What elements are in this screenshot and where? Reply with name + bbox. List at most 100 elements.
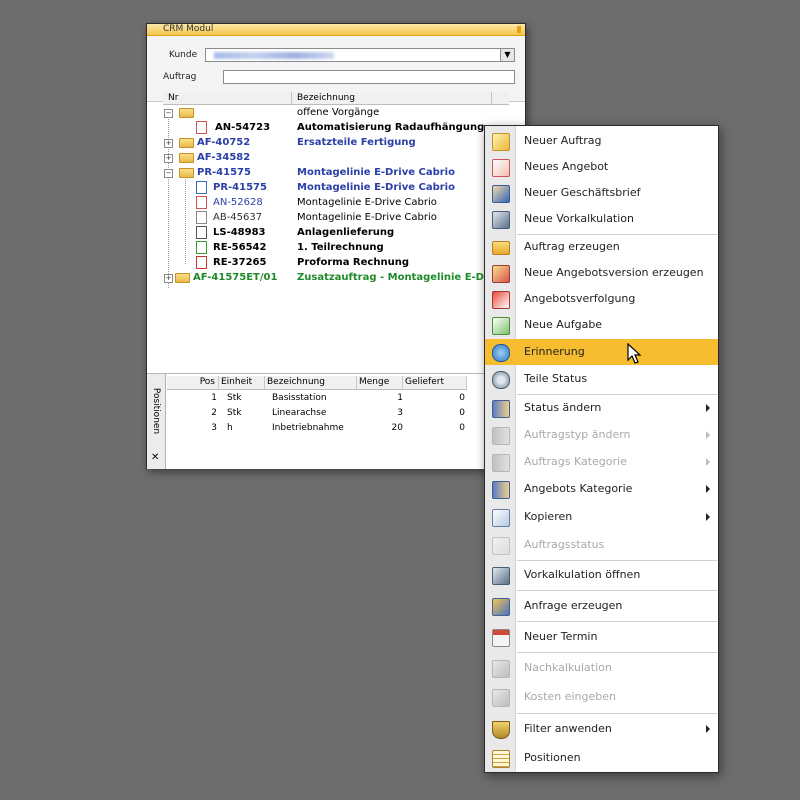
menu-item-neue-aufgabe[interactable]: Neue Aufgabe xyxy=(485,312,718,338)
menu-item-label: Anfrage erzeugen xyxy=(524,599,623,612)
expand-icon[interactable]: + xyxy=(164,154,173,163)
menu-item-angebots-kategorie[interactable]: Angebots Kategorie xyxy=(485,476,718,502)
col-bezeichnung[interactable]: Bezeichnung xyxy=(265,376,357,389)
menu-item-label: Angebotsverfolgung xyxy=(524,292,636,305)
menu-item-kopieren[interactable]: Kopieren xyxy=(485,504,718,530)
menu-item-angebotsverfolgung[interactable]: Angebotsverfolgung xyxy=(485,286,718,312)
positions-tab[interactable]: Positionen ✕ xyxy=(147,374,166,469)
tree-row-nr: PR-41575 xyxy=(197,167,251,178)
proforma-invoice-icon xyxy=(196,256,207,269)
menu-item-label: Angebots Kategorie xyxy=(524,482,633,495)
context-menu: Neuer Auftrag Neues Angebot Neuer Geschä… xyxy=(484,125,719,773)
table-row[interactable]: 3 h Inbetriebnahme 20 0 xyxy=(167,421,467,436)
tree-row[interactable]: + AF-40752 Ersatzteile Fertigung xyxy=(163,135,509,150)
parts-status-icon xyxy=(492,371,510,389)
tree-row[interactable]: − PR-41575 Montagelinie E-Drive Cabrio xyxy=(163,165,509,180)
project-doc-icon xyxy=(196,181,207,194)
menu-item-auftragstyp-aendern[interactable]: Auftragstyp ändern xyxy=(485,422,718,448)
menu-item-neuer-auftrag[interactable]: Neuer Auftrag xyxy=(485,128,718,154)
window-titlebar[interactable]: CRM Modul xyxy=(147,24,525,36)
cell-pos: 1 xyxy=(211,393,217,403)
tree-row[interactable]: + AF-34582 xyxy=(163,150,509,165)
tree-row[interactable]: AN-54723 Automatisierung Radaufhängung xyxy=(163,120,509,135)
tree-col-bezeichnung[interactable]: Bezeichnung xyxy=(297,92,355,104)
menu-item-nachkalkulation[interactable]: Nachkalkulation xyxy=(485,655,718,681)
cell-bezeichnung: Inbetriebnahme xyxy=(272,423,344,433)
menu-item-kosten-eingeben[interactable]: Kosten eingeben xyxy=(485,684,718,710)
collapse-icon[interactable]: − xyxy=(164,109,173,118)
menu-item-anfrage-erzeugen[interactable]: Anfrage erzeugen xyxy=(485,593,718,619)
menu-item-filter-anwenden[interactable]: Filter anwenden xyxy=(485,716,718,742)
col-geliefert[interactable]: Geliefert xyxy=(403,376,467,389)
tree-row-bezeichnung: Proforma Rechnung xyxy=(297,257,409,268)
table-row[interactable]: 1 Stk Basisstation 1 0 xyxy=(167,391,467,406)
menu-item-neues-angebot[interactable]: Neues Angebot xyxy=(485,154,718,180)
expand-icon[interactable]: + xyxy=(164,139,173,148)
menu-item-status-aendern[interactable]: Status ändern xyxy=(485,395,718,421)
auftrag-input[interactable] xyxy=(223,70,515,84)
cell-einheit: Stk xyxy=(227,393,242,403)
menu-item-neue-angebotsversion[interactable]: Neue Angebotsversion erzeugen xyxy=(485,260,718,286)
col-menge[interactable]: Menge xyxy=(357,376,403,389)
tree-row-bezeichnung: offene Vorgänge xyxy=(297,107,380,118)
reminder-icon xyxy=(492,344,510,362)
cell-geliefert: 0 xyxy=(459,393,465,403)
menu-item-teile-status[interactable]: Teile Status xyxy=(485,366,718,392)
menu-item-label: Auftragstyp ändern xyxy=(524,428,631,441)
positions-panel: Positionen ✕ Pos Einheit Bezeichnung Men… xyxy=(147,373,525,469)
menu-item-erinnerung[interactable]: Erinnerung xyxy=(485,339,718,365)
menu-separator xyxy=(517,652,717,653)
tree-header: Nr Bezeichnung xyxy=(163,92,509,105)
col-pos[interactable]: Pos xyxy=(167,376,219,389)
tree-row-bezeichnung: Anlagenlieferung xyxy=(297,227,395,238)
tree-row[interactable]: AN-52628 Montagelinie E-Drive Cabrio xyxy=(163,195,509,210)
collapse-icon[interactable]: − xyxy=(164,169,173,178)
enter-costs-icon xyxy=(492,689,510,707)
tree-row-nr: AF-41575ET/01 xyxy=(193,272,278,283)
menu-separator xyxy=(517,590,717,591)
tree-row[interactable]: − offene Vorgänge xyxy=(163,105,509,120)
menu-item-neue-vorkalkulation[interactable]: Neue Vorkalkulation xyxy=(485,206,718,232)
tree-row-nr: RE-37265 xyxy=(213,257,267,268)
tree-row[interactable]: + AF-41575ET/01 Zusatzauftrag - Montagel… xyxy=(163,270,509,285)
cell-bezeichnung: Linearachse xyxy=(272,408,327,418)
tree-col-divider xyxy=(491,92,492,104)
folder-icon xyxy=(179,138,194,148)
kunde-select[interactable]: ▼ xyxy=(205,48,515,62)
menu-item-neuer-geschaeftsbrief[interactable]: Neuer Geschäftsbrief xyxy=(485,180,718,206)
dropdown-arrow-icon[interactable]: ▼ xyxy=(500,49,514,61)
tree-col-divider xyxy=(291,92,292,104)
menu-item-auftrag-erzeugen[interactable]: Auftrag erzeugen xyxy=(485,234,718,260)
menu-item-auftrags-kategorie[interactable]: Auftrags Kategorie xyxy=(485,449,718,475)
menu-item-vorkalkulation-oeffnen[interactable]: Vorkalkulation öffnen xyxy=(485,562,718,588)
tree-row[interactable]: RE-56542 1. Teilrechnung xyxy=(163,240,509,255)
submenu-arrow-icon xyxy=(706,431,710,439)
open-precalculation-icon xyxy=(492,567,510,585)
tree-row[interactable]: RE-37265 Proforma Rechnung xyxy=(163,255,509,270)
tree-row[interactable]: AB-45637 Montagelinie E-Drive Cabrio xyxy=(163,210,509,225)
tree-row[interactable]: PR-41575 Montagelinie E-Drive Cabrio xyxy=(163,180,509,195)
tree-row[interactable]: LS-48983 Anlagenlieferung xyxy=(163,225,509,240)
menu-item-neuer-termin[interactable]: Neuer Termin xyxy=(485,624,718,650)
menu-separator xyxy=(517,713,717,714)
close-icon[interactable]: ✕ xyxy=(151,452,159,463)
tree-row-nr: AB-45637 xyxy=(213,212,263,223)
cell-pos: 2 xyxy=(211,408,217,418)
menu-separator xyxy=(517,560,717,561)
tree-col-nr[interactable]: Nr xyxy=(168,92,178,104)
menu-item-label: Neue Angebotsversion erzeugen xyxy=(524,266,704,279)
cell-einheit: Stk xyxy=(227,408,242,418)
crm-window: CRM Modul Kunde ▼ Auftrag Nr Bezeichnung… xyxy=(146,23,526,469)
folder-icon xyxy=(179,108,194,118)
menu-item-label: Neuer Termin xyxy=(524,630,598,643)
submenu-arrow-icon xyxy=(706,513,710,521)
col-einheit[interactable]: Einheit xyxy=(219,376,265,389)
menu-item-positionen[interactable]: Positionen xyxy=(485,745,718,771)
expand-icon[interactable]: + xyxy=(164,274,173,283)
menu-item-label: Auftragsstatus xyxy=(524,538,605,551)
table-row[interactable]: 2 Stk Linearachse 3 0 xyxy=(167,406,467,421)
create-order-icon xyxy=(492,241,510,255)
menu-item-auftragsstatus[interactable]: Auftragsstatus xyxy=(485,532,718,558)
submenu-arrow-icon xyxy=(706,404,710,412)
submenu-arrow-icon xyxy=(706,458,710,466)
